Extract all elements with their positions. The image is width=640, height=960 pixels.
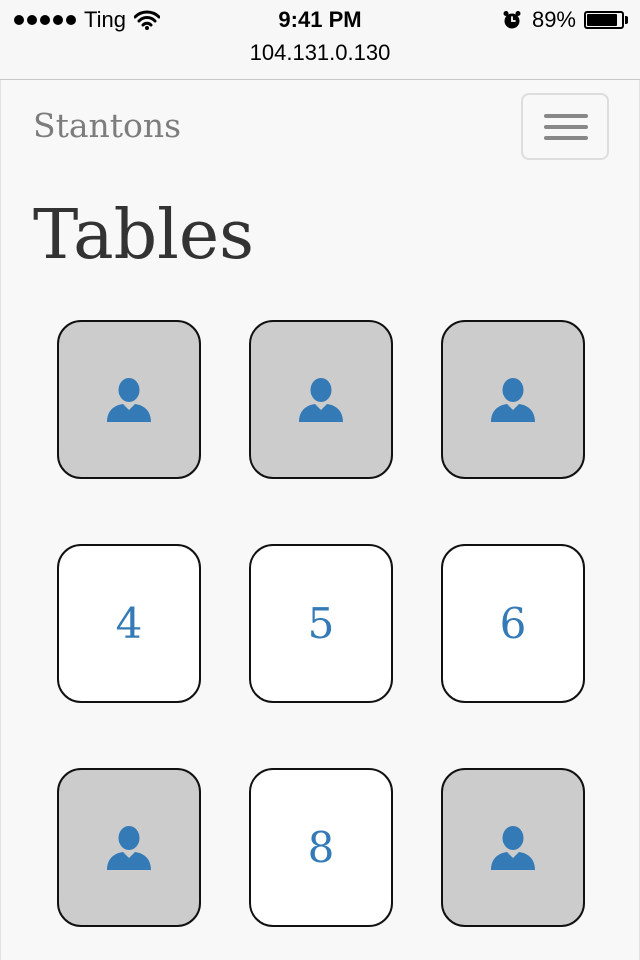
table-tile-4[interactable]: 4 bbox=[57, 544, 201, 703]
url-text[interactable]: 104.131.0.130 bbox=[0, 40, 640, 66]
battery-icon bbox=[584, 11, 628, 29]
battery-percent: 89% bbox=[531, 7, 576, 32]
alarm-clock-icon bbox=[503, 11, 521, 29]
table-number: 8 bbox=[307, 822, 335, 872]
status-bar-right: 89% bbox=[502, 7, 628, 33]
table-tile-7[interactable] bbox=[57, 768, 201, 927]
table-tile-6[interactable]: 6 bbox=[441, 544, 585, 703]
table-number: 4 bbox=[115, 598, 143, 648]
main-content: Tables 4 5 6 8 bbox=[0, 176, 640, 960]
person-icon bbox=[105, 825, 153, 871]
page-title: Tables bbox=[33, 196, 255, 275]
table-tile-3[interactable] bbox=[441, 320, 585, 479]
url-bar[interactable]: 104.131.0.130 bbox=[0, 40, 640, 80]
table-tile-2[interactable] bbox=[249, 320, 393, 479]
brand-link[interactable]: Stantons bbox=[33, 102, 181, 150]
table-tile-5[interactable]: 5 bbox=[249, 544, 393, 703]
table-number: 6 bbox=[499, 598, 527, 648]
person-icon bbox=[489, 825, 537, 871]
table-tile-9[interactable] bbox=[441, 768, 585, 927]
table-number: 5 bbox=[307, 598, 335, 648]
status-bar: Ting 9:41 PM 89% bbox=[0, 0, 640, 40]
person-icon bbox=[489, 377, 537, 423]
person-icon bbox=[105, 377, 153, 423]
person-icon bbox=[297, 377, 345, 423]
table-tile-8[interactable]: 8 bbox=[249, 768, 393, 927]
table-tile-1[interactable] bbox=[57, 320, 201, 479]
navbar: Stantons bbox=[0, 80, 640, 176]
menu-toggle-button[interactable] bbox=[521, 93, 609, 160]
